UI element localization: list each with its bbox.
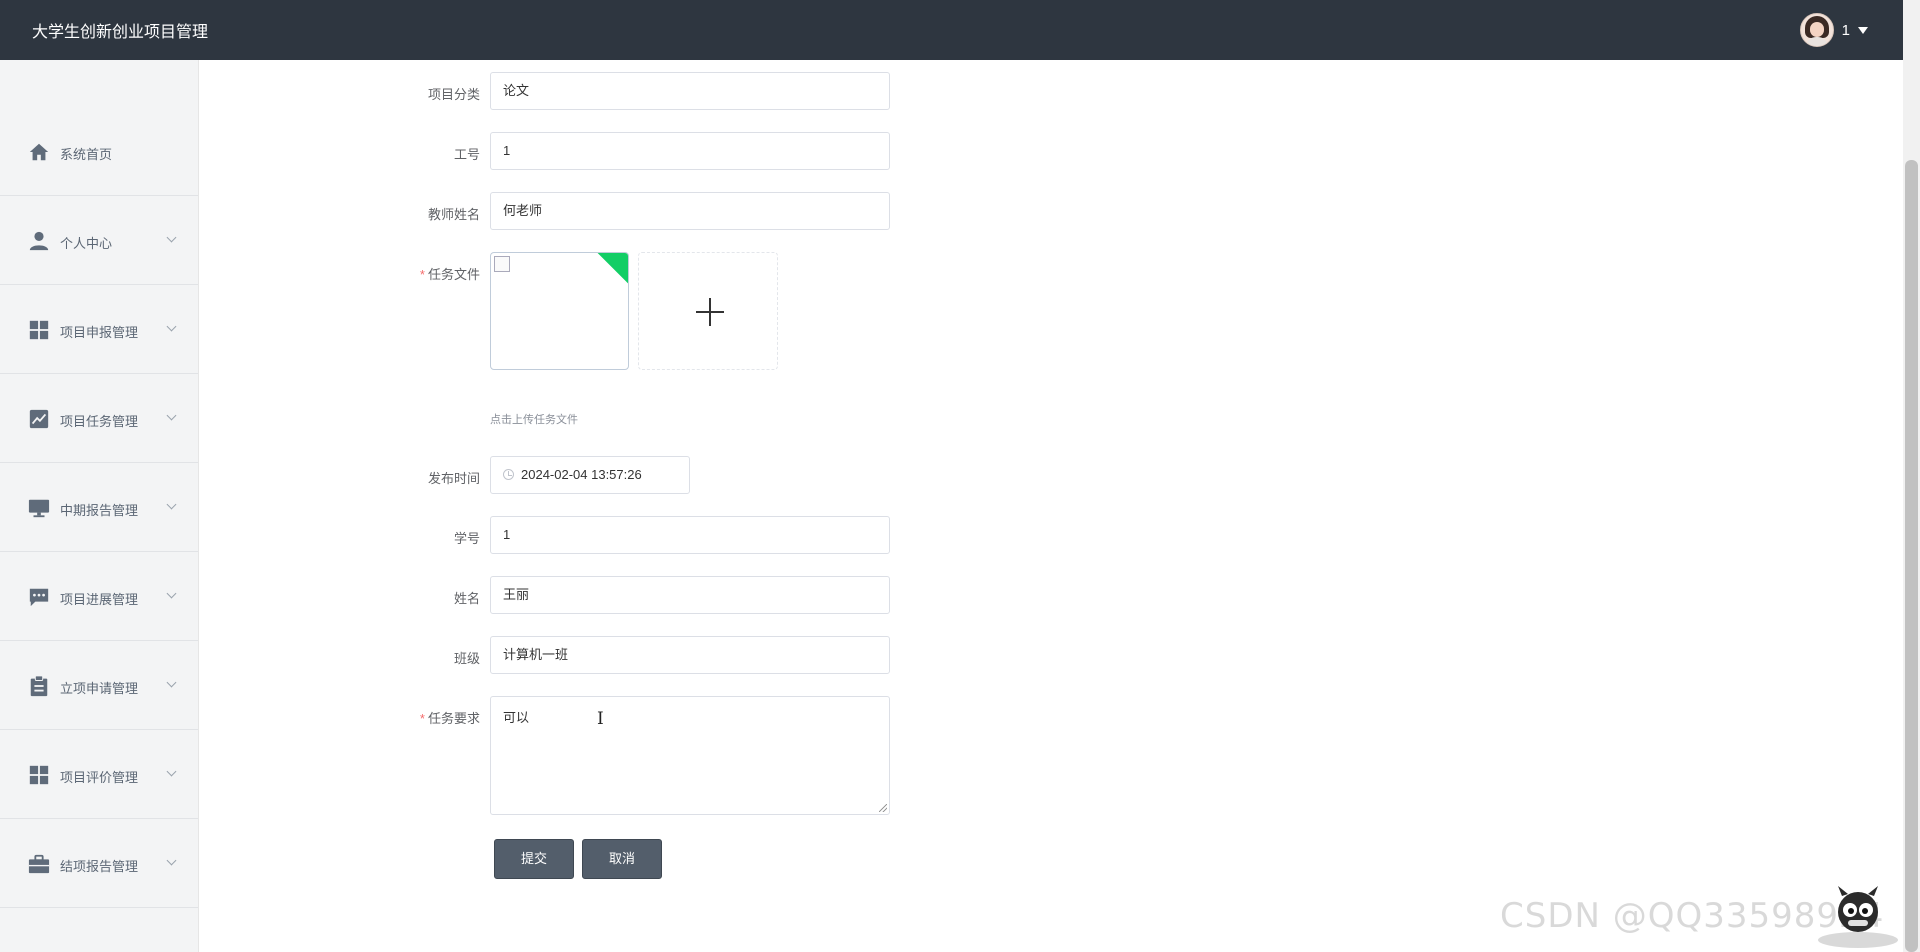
briefcase-icon: [28, 854, 50, 874]
sidebar-item-label: 个人中心: [60, 236, 113, 251]
chevron-down-icon: [166, 588, 177, 599]
top-navbar: 大学生创新创业项目管理 1: [0, 0, 1920, 60]
scrollbar-thumb[interactable]: [1905, 160, 1918, 952]
name-label: 姓名: [453, 591, 480, 606]
cancel-button[interactable]: 取消: [582, 839, 662, 879]
caret-down-icon[interactable]: [1858, 26, 1868, 34]
chevron-down-icon: [166, 677, 177, 688]
grid-icon: [29, 320, 49, 340]
sidebar-item-personal-center[interactable]: 个人中心: [0, 197, 198, 285]
scrollbar-track[interactable]: [1903, 0, 1920, 952]
monitor-icon: [28, 499, 50, 518]
publish-time-value: 2024-02-04 13:57:26: [521, 467, 642, 482]
sidebar-item-label: 项目进展管理: [60, 592, 139, 607]
publish-time-label: 发布时间: [427, 471, 480, 486]
sidebar-item-label: 立项申请管理: [60, 681, 139, 696]
sidebar-item-label: 项目申报管理: [60, 325, 139, 340]
user-menu[interactable]: 1: [1799, 13, 1868, 47]
resize-handle[interactable]: [879, 804, 887, 812]
uploaded-file-thumbnail[interactable]: [490, 252, 629, 370]
sidebar-item-label: 项目评价管理: [60, 770, 139, 785]
category-label: 项目分类: [427, 87, 480, 102]
chevron-down-icon: [166, 410, 177, 421]
sidebar-item-label: 中期报告管理: [60, 503, 139, 518]
class-input[interactable]: 计算机一班: [490, 636, 890, 674]
app-title: 大学生创新创业项目管理: [32, 24, 209, 41]
chevron-down-icon: [166, 855, 177, 866]
job-no-label: 工号: [453, 147, 480, 162]
required-mark: *: [419, 267, 425, 282]
upload-button[interactable]: [638, 252, 778, 370]
student-no-label: 学号: [453, 531, 480, 546]
sidebar: 系统首页 个人中心 项目申报管理 项目任务管理 中期报告管理 项目进展管理 立项…: [0, 60, 199, 952]
chat-icon: [29, 588, 49, 607]
task-requirement-textarea[interactable]: 可以: [490, 696, 890, 815]
task-file-label: * 任务文件: [419, 267, 480, 282]
sidebar-item-project-evaluation[interactable]: 项目评价管理: [0, 731, 198, 819]
publish-time-picker[interactable]: 2024-02-04 13:57:26: [490, 456, 690, 494]
chart-line-icon: [29, 409, 49, 429]
sidebar-item-midterm-report[interactable]: 中期报告管理: [0, 464, 198, 552]
sidebar-item-home[interactable]: 系统首页: [0, 108, 198, 196]
broken-image-icon: [494, 256, 510, 272]
chevron-down-icon: [166, 766, 177, 777]
grid-icon: [29, 765, 49, 785]
clock-icon: [503, 469, 514, 480]
teacher-name-input[interactable]: 何老师: [490, 192, 890, 230]
sidebar-item-project-declaration[interactable]: 项目申报管理: [0, 286, 198, 374]
upload-hint: 点击上传任务文件: [490, 414, 578, 426]
name-input[interactable]: 王丽: [490, 576, 890, 614]
task-requirement-label: * 任务要求: [419, 711, 480, 726]
chevron-down-icon: [166, 499, 177, 510]
required-mark: *: [419, 711, 425, 726]
sidebar-item-label: 结项报告管理: [60, 859, 139, 874]
username[interactable]: 1: [1842, 22, 1850, 39]
avatar[interactable]: [1799, 13, 1834, 47]
upload-success-badge: [596, 253, 628, 285]
user-icon: [29, 231, 49, 251]
submit-button[interactable]: 提交: [494, 839, 574, 879]
teacher-name-label: 教师姓名: [427, 207, 480, 222]
sidebar-item-label: 系统首页: [60, 147, 113, 162]
class-label: 班级: [453, 651, 480, 666]
chevron-down-icon: [166, 321, 177, 332]
task-requirement-value: 可以: [503, 710, 530, 725]
home-icon: [29, 143, 49, 161]
category-input[interactable]: 论文: [490, 72, 890, 110]
chevron-down-icon: [166, 232, 177, 243]
sidebar-item-project-progress[interactable]: 项目进展管理: [0, 553, 198, 641]
student-no-input[interactable]: 1: [490, 516, 890, 554]
sidebar-item-project-task[interactable]: 项目任务管理: [0, 375, 198, 463]
sidebar-item-label: 项目任务管理: [60, 414, 139, 429]
sidebar-item-project-application[interactable]: 立项申请管理: [0, 642, 198, 730]
mascot-icon: [1818, 886, 1898, 948]
sidebar-item-final-report[interactable]: 结项报告管理: [0, 820, 198, 908]
job-no-input[interactable]: 1: [490, 132, 890, 170]
clipboard-icon: [30, 675, 48, 697]
text-cursor-icon: I: [597, 709, 604, 729]
